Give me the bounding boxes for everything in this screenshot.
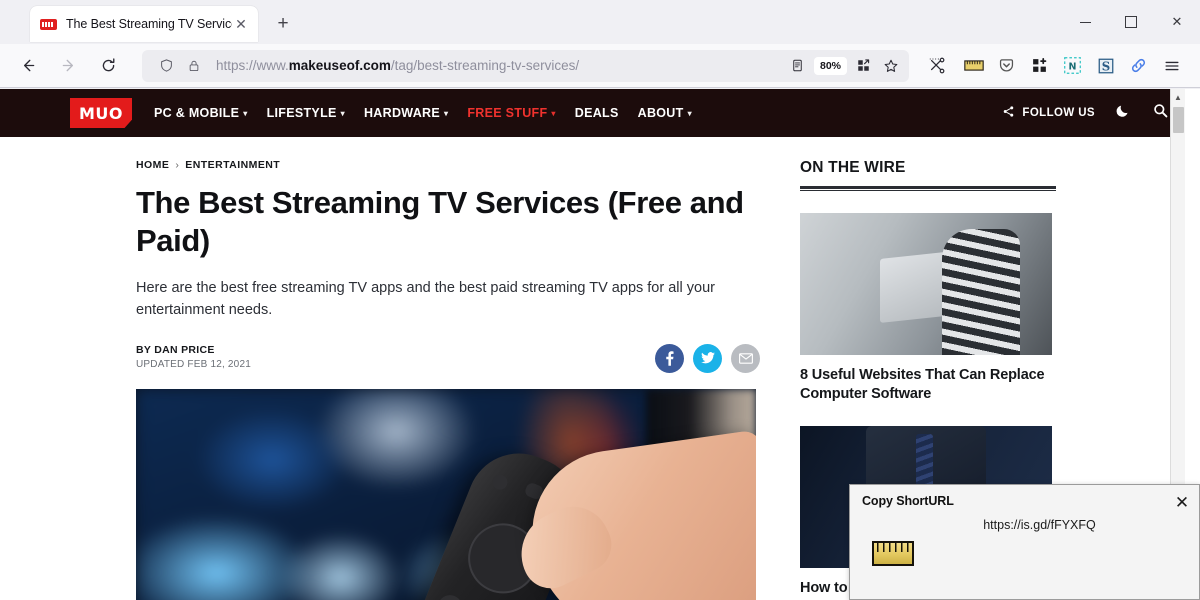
browser-tab[interactable]: The Best Streaming TV Services ( ✕ — [30, 6, 258, 42]
extensions-icon[interactable] — [849, 52, 877, 80]
email-share-button[interactable] — [731, 343, 760, 373]
chevron-down-icon: ▾ — [243, 108, 248, 118]
browser-toolbar: https://www.makeuseof.com/tag/best-strea… — [0, 44, 1200, 88]
maximize-button[interactable] — [1108, 0, 1154, 44]
search-icon[interactable] — [1152, 102, 1169, 124]
ruler-icon[interactable] — [957, 51, 990, 81]
article-dek: Here are the best free streaming TV apps… — [136, 280, 715, 318]
star-icon[interactable] — [877, 52, 905, 80]
screenshot-icon[interactable] — [920, 50, 954, 82]
tab-close-icon[interactable]: ✕ — [232, 15, 250, 33]
breadcrumb-category[interactable]: ENTERTAINMENT — [185, 159, 280, 171]
minimize-button[interactable] — [1062, 0, 1108, 44]
ruler-icon[interactable] — [872, 541, 914, 566]
address-bar[interactable]: https://www.makeuseof.com/tag/best-strea… — [142, 49, 909, 82]
site-logo[interactable]: MUO — [70, 98, 132, 128]
nav-item-hardware[interactable]: HARDWARE ▾ — [364, 106, 448, 120]
browser-window: The Best Streaming TV Services ( ✕ + ✕ — [0, 0, 1200, 600]
scrollbar-thumb[interactable] — [1173, 107, 1184, 133]
extension-toolbar: N S — [957, 51, 1192, 81]
breadcrumb: HOME › ENTERTAINMENT — [136, 159, 760, 171]
url-domain: makeuseof.com — [288, 58, 391, 73]
reader-view-icon[interactable] — [784, 52, 812, 80]
close-window-button[interactable]: ✕ — [1154, 0, 1200, 44]
byline: BY DAN PRICE UPDATED FEB 12, 2021 — [136, 344, 251, 370]
article-hero-image — [136, 388, 756, 600]
svg-text:N: N — [1069, 61, 1077, 72]
scrapbook-icon[interactable]: S — [1089, 51, 1122, 81]
site-logo-text: MUO — [78, 103, 123, 123]
site-nav-links: PC & MOBILE ▾ LIFESTYLE ▾ HARDWARE ▾ FRE… — [154, 106, 692, 120]
sidebar-heading: ON THE WIRE — [800, 159, 906, 176]
reload-button[interactable] — [91, 50, 125, 82]
nav-label: PC & MOBILE — [154, 106, 240, 120]
breadcrumb-separator: › — [175, 159, 180, 171]
nav-item-lifestyle[interactable]: LIFESTYLE ▾ — [267, 106, 345, 120]
moon-icon[interactable] — [1115, 102, 1132, 124]
tab-favicon-muo-icon — [40, 18, 57, 30]
nav-label: LIFESTYLE — [266, 106, 337, 120]
tab-title: The Best Streaming TV Services ( — [66, 17, 232, 31]
nav-label: DEALS — [574, 106, 619, 120]
extensions-grid-icon[interactable] — [1023, 51, 1056, 81]
nav-item-deals[interactable]: DEALS — [575, 106, 619, 120]
popup-title: Copy ShortURL — [862, 494, 954, 508]
lock-icon[interactable] — [180, 52, 208, 80]
share-buttons — [655, 343, 760, 373]
chevron-down-icon: ▾ — [340, 108, 345, 118]
back-button[interactable] — [11, 50, 45, 82]
remote-power-button — [490, 472, 510, 492]
scroll-up-arrow-icon[interactable]: ▲ — [1171, 89, 1185, 106]
list-item[interactable]: 8 Useful Websites That Can Replace Compu… — [800, 213, 1052, 404]
new-tab-button[interactable]: + — [268, 9, 298, 39]
pocket-icon[interactable] — [990, 51, 1023, 81]
zoom-level-badge[interactable]: 80% — [813, 56, 847, 75]
nav-item-pc-mobile[interactable]: PC & MOBILE ▾ — [154, 106, 248, 120]
nav-item-free-stuff[interactable]: FREE STUFF ▾ — [467, 106, 555, 120]
article-author[interactable]: BY DAN PRICE — [136, 344, 251, 356]
chevron-down-icon: ▾ — [444, 108, 449, 118]
chevron-down-icon: ▾ — [687, 108, 692, 118]
popup-header: Copy ShortURL ✕ — [850, 485, 1199, 511]
sidebar-heading-rule — [800, 186, 1056, 191]
site-nav-right: FOLLOW US — [1002, 102, 1169, 124]
site-navigation: MUO PC & MOBILE ▾ LIFESTYLE ▾ HARDWARE ▾ — [0, 89, 1185, 137]
facebook-share-button[interactable] — [655, 343, 684, 373]
page-title: The Best Streaming TV Services (Free and… — [136, 185, 744, 259]
tab-strip: The Best Streaming TV Services ( ✕ + ✕ — [0, 0, 1200, 44]
byline-row: BY DAN PRICE UPDATED FEB 12, 2021 — [136, 343, 760, 373]
shorturl-link-icon[interactable] — [1122, 51, 1155, 81]
article-column: HOME › ENTERTAINMENT The Best Streaming … — [0, 137, 790, 600]
nav-label: HARDWARE — [363, 106, 440, 120]
sidebar-thumbnail-1 — [800, 213, 1052, 355]
url-text[interactable]: https://www.makeuseof.com/tag/best-strea… — [216, 58, 784, 73]
remote-back-button — [434, 591, 466, 600]
nav-label: ABOUT — [637, 106, 684, 120]
breadcrumb-home[interactable]: HOME — [136, 159, 169, 171]
url-path: /tag/best-streaming-tv-services/ — [390, 58, 580, 73]
window-controls: ✕ — [1062, 0, 1200, 44]
follow-us-button[interactable]: FOLLOW US — [1002, 105, 1095, 121]
url-scheme: https://www. — [216, 58, 289, 73]
nav-label: FREE STUFF — [467, 106, 548, 120]
shield-icon[interactable] — [152, 52, 180, 80]
svg-text:S: S — [1101, 59, 1109, 73]
popup-close-icon[interactable]: ✕ — [1173, 494, 1191, 511]
copy-shorturl-popup: Copy ShortURL ✕ https://is.gd/fFYXFQ — [849, 484, 1200, 600]
twitter-share-button[interactable] — [693, 343, 722, 373]
notion-clipper-icon[interactable]: N — [1056, 51, 1089, 81]
sidebar-item-title[interactable]: 8 Useful Websites That Can Replace Compu… — [800, 366, 1052, 404]
nav-item-about[interactable]: ABOUT ▾ — [638, 106, 692, 120]
chevron-down-icon: ▾ — [551, 108, 556, 118]
article-updated-date: UPDATED FEB 12, 2021 — [136, 358, 251, 370]
shorturl-value[interactable]: https://is.gd/fFYXFQ — [850, 518, 1199, 532]
share-icon — [1002, 105, 1015, 121]
forward-button[interactable] — [51, 50, 85, 82]
follow-us-label: FOLLOW US — [1022, 107, 1095, 119]
app-menu-icon[interactable] — [1155, 51, 1188, 81]
